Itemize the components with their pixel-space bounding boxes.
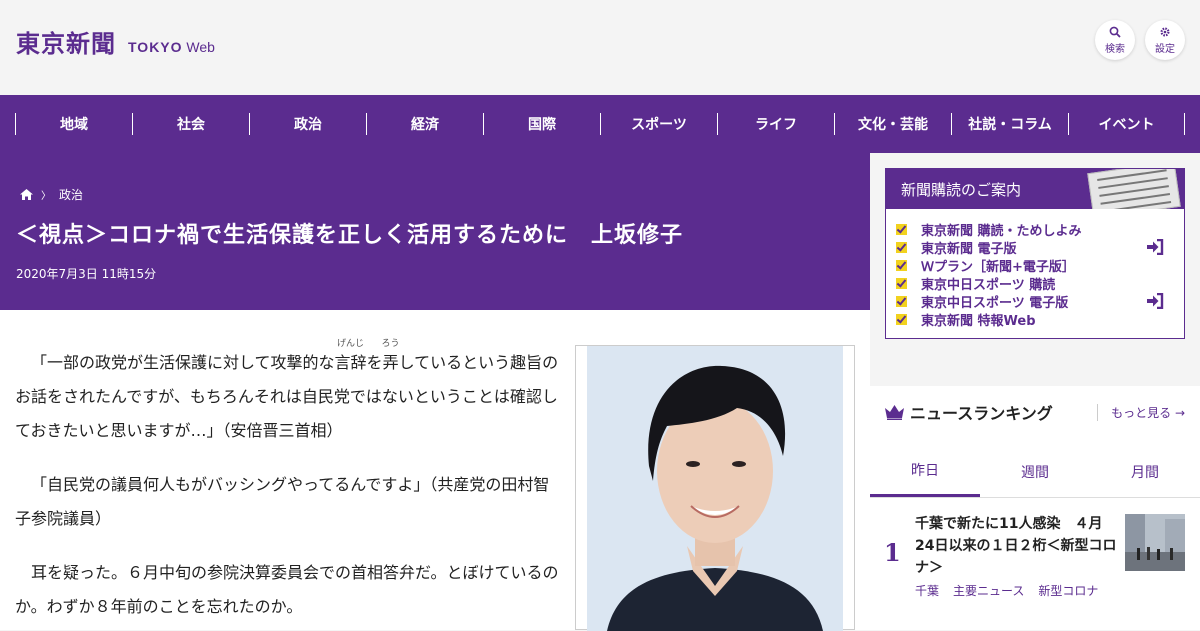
search-icon [1109,26,1121,38]
check-icon [896,259,907,271]
tab-month[interactable]: 月間 [1090,446,1200,497]
tab-week[interactable]: 週間 [980,446,1090,497]
tab-yesterday[interactable]: 昨日 [870,446,980,497]
article-body: 「一部の政党が生活保護に対して攻撃的な言辞 げんじ を弄 ろう しているという趣旨のお話… [0,310,870,631]
nav-item-events[interactable]: イベント [1068,113,1185,135]
ruby-reading: ろう [381,339,400,349]
login-icon[interactable] [1146,293,1164,309]
ruby-reading: げんじ [337,339,365,349]
p1-mid: を [366,353,383,372]
breadcrumb: 〉 政治 [20,186,83,203]
street-photo [1125,514,1185,571]
p1-word1: 言辞 [334,353,367,372]
login-icon[interactable] [1146,239,1164,255]
nav-item-editorial[interactable]: 社説・コラム [951,113,1068,135]
subscription-link[interactable]: 東京中日スポーツ 電子版 [896,292,1184,311]
subscription-link[interactable]: 東京新聞 特報Web [896,310,1184,329]
subscription-link-label: 東京中日スポーツ 購読 [921,277,1056,293]
ranking-tabs: 昨日 週間 月間 [870,446,1200,498]
nav-item-society[interactable]: 社会 [132,113,249,135]
article-header: 〉 政治 ＜視点＞コロナ禍で生活保護を正しく活用するために 上坂修子 2020年… [0,153,870,310]
subscription-link-label: 東京新聞 特報Web [921,313,1036,329]
more-link-label: もっと見る [1111,406,1172,420]
arrow-right-icon: → [1174,406,1185,420]
p1-before: 「一部の政党が生活保護に対して攻撃的な [31,353,335,372]
breadcrumb-section[interactable]: 政治 [59,186,83,203]
subscription-heading: 新聞購読のご案内 [901,181,1022,199]
rank-number: 1 [884,538,901,567]
main-nav: 地域 社会 政治 経済 国際 スポーツ ライフ 文化・芸能 社説・コラム イベン… [0,95,1200,153]
author-photo-frame [575,345,855,631]
nav-item-economy[interactable]: 経済 [366,113,483,135]
ranking-item-title[interactable]: 千葉で新たに11人感染 ４月24日以来の１日２桁＜新型コロナ＞ [915,513,1120,579]
check-icon [896,295,907,307]
crown-icon [885,404,904,420]
logo-en: TOKYO Web [128,39,215,55]
check-icon [896,241,907,253]
subscription-link[interactable]: 東京中日スポーツ 購読 [896,274,1184,293]
home-icon[interactable] [20,189,33,200]
ranking-item: 1 千葉で新たに11人感染 ４月24日以来の１日２桁＜新型コロナ＞ 千葉 主要ニ… [870,498,1200,630]
ranking-heading: ニュースランキング [885,400,1053,424]
logo-en-light: Web [186,39,215,55]
news-ranking: ニュースランキング もっと見る → 昨日 週間 月間 1 千葉で新たに11人感染… [870,386,1200,630]
subscription-link[interactable]: 東京新聞 購読・ためしよみ [896,220,1184,239]
subscription-link[interactable]: 東京新聞 電子版 [896,238,1184,257]
check-icon [896,277,907,289]
author-photo [587,346,843,631]
newspaper-graphic [1087,169,1181,209]
tag-link[interactable]: 千葉 [915,582,939,599]
settings-button[interactable]: 設定 [1145,20,1185,60]
nav-item-sports[interactable]: スポーツ [600,113,717,135]
search-label: 検索 [1105,43,1125,55]
ruby-word: 弄ろう [382,339,400,372]
nav-item-politics[interactable]: 政治 [249,113,366,135]
site-header: 東京新聞 TOKYO Web 検索 設定 [0,0,1200,95]
nav-item-culture[interactable]: 文化・芸能 [834,113,951,135]
sidebar: 新聞購読のご案内 東京新聞 購読・ためしよみ 東京新聞 電子版 Ｗプラン［新聞+… [870,153,1200,630]
search-button[interactable]: 検索 [1095,20,1135,60]
p1-word2: 弄 [382,353,399,372]
tag-link[interactable]: 新型コロナ [1038,582,1098,599]
ranking-thumbnail[interactable] [1125,514,1185,571]
subscription-link-label: 東京中日スポーツ 電子版 [921,295,1069,311]
article-paragraph: 「自民党の議員何人もがバッシングやってるんですよ」（共産党の田村智子参院議員） [15,475,550,528]
subscription-link[interactable]: Ｗプラン［新聞+電子版］ [896,256,1184,275]
logo-en-bold: TOKYO [128,39,183,55]
logo-jp: 東京新聞 [16,29,116,58]
nav-item-life[interactable]: ライフ [717,113,834,135]
ruby-word: 言辞 げんじ [334,339,367,372]
subscription-list: 東京新聞 購読・ためしよみ 東京新聞 電子版 Ｗプラン［新聞+電子版］ 東京中日… [886,209,1184,329]
settings-label: 設定 [1155,43,1175,55]
more-link[interactable]: もっと見る → [1097,404,1185,421]
check-icon [896,223,907,235]
article-paragraph: 「一部の政党が生活保護に対して攻撃的な言辞 げんじ を弄 ろう しているという趣旨のお話… [15,339,560,448]
subscription-box: 新聞購読のご案内 東京新聞 購読・ためしよみ 東京新聞 電子版 Ｗプラン［新聞+… [885,168,1185,339]
subscription-link-label: Ｗプラン［新聞+電子版］ [921,259,1075,275]
article-paragraph: 耳を疑った。６月中旬の参院決算委員会での首相答弁だ。とぼけているのか。わずか８年… [15,563,559,616]
tag-link[interactable]: 主要ニュース [953,582,1024,599]
gear-icon [1160,26,1170,37]
article-date: 2020年7月3日 11時15分 [16,267,157,281]
page-title: ＜視点＞コロナ禍で生活保護を正しく活用するために 上坂修子 [16,223,684,248]
ranking-title: ニュースランキング [910,404,1053,423]
breadcrumb-separator: 〉 [41,191,51,202]
subscription-link-label: 東京新聞 購読・ためしよみ [921,223,1082,239]
nav-item-international[interactable]: 国際 [483,113,600,135]
subscription-header: 新聞購読のご案内 [886,169,1184,209]
ranking-tags: 千葉 主要ニュース 新型コロナ [915,582,1098,599]
check-icon [896,313,907,325]
subscription-link-label: 東京新聞 電子版 [921,241,1017,257]
portrait-illustration [587,346,843,631]
nav-item-region[interactable]: 地域 [15,113,132,135]
site-logo[interactable]: 東京新聞 TOKYO Web [16,24,215,59]
